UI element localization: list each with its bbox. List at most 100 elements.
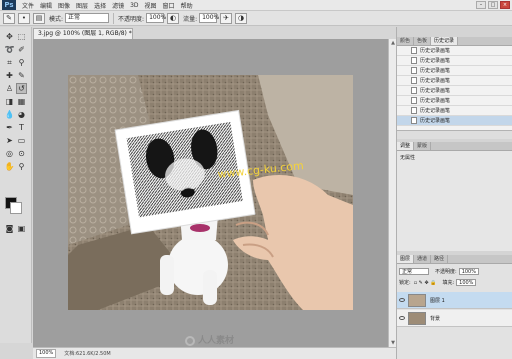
menu-file[interactable]: 文件	[22, 1, 34, 10]
history-item[interactable]: 历史记录画笔	[397, 56, 512, 66]
type-tool-icon[interactable]: T	[16, 122, 27, 133]
menu-help[interactable]: 帮助	[181, 1, 193, 10]
menu-select[interactable]: 选择	[94, 1, 106, 10]
hand-tool-icon[interactable]: ✋	[4, 161, 15, 172]
airbrush-icon[interactable]: ✈	[220, 12, 233, 24]
window-controls: – □ ×	[476, 1, 510, 9]
blend-mode-select[interactable]: 正常	[399, 268, 429, 275]
document-tab[interactable]: 3.jpg @ 100% (图层 1, RGB/8) *	[33, 28, 133, 39]
brush-panel-toggle-icon[interactable]: ▤	[33, 12, 45, 24]
move-tool-icon[interactable]: ✥	[4, 31, 15, 42]
document-info[interactable]: 文档:621.6K/2.50M	[64, 350, 110, 357]
menu-3d[interactable]: 3D	[130, 2, 138, 9]
menu-image[interactable]: 图像	[58, 1, 70, 10]
quick-mask-icon[interactable]: ◙	[4, 223, 15, 234]
brush-size-icon[interactable]: •	[18, 12, 30, 24]
visibility-eye-icon[interactable]	[399, 298, 405, 302]
history-panel-footer	[397, 130, 512, 139]
layer-row-layer1[interactable]: 图层 1	[397, 292, 512, 309]
eyedropper-tool-icon[interactable]: ⚲	[16, 57, 27, 68]
history-brush-preset-icon[interactable]: ✎	[3, 12, 15, 24]
healing-brush-tool-icon[interactable]: ✚	[4, 70, 15, 81]
visibility-eye-icon[interactable]	[399, 316, 405, 320]
marquee-tool-icon[interactable]: ⬚	[16, 31, 27, 42]
history-item-label: 历史记录画笔	[420, 98, 451, 104]
tab-adjustments[interactable]: 调整	[397, 142, 415, 150]
history-brush-tool-icon[interactable]: ↺	[16, 83, 27, 94]
menu-filter[interactable]: 滤镜	[112, 1, 124, 10]
menu-layer[interactable]: 图层	[76, 1, 88, 10]
crop-tool-icon[interactable]: ⌗	[4, 57, 15, 68]
layers-panel-body: 正常 不透明度: 100% 锁定: ▫ ✎ ✥ 🔒 填充: 100% 图层 1 …	[397, 264, 512, 359]
layers-panel-header: 图层 通道 路径	[397, 255, 512, 264]
history-state-icon	[411, 97, 417, 104]
history-item[interactable]: 历史记录画笔	[397, 96, 512, 106]
lock-icons[interactable]: ▫ ✎ ✥ 🔒	[414, 280, 437, 286]
flow-field[interactable]: 100%	[199, 13, 219, 23]
tab-layers[interactable]: 图层	[397, 255, 415, 263]
lasso-tool-icon[interactable]: ➰	[4, 44, 15, 55]
blur-tool-icon[interactable]: 💧	[4, 109, 15, 120]
mode-select[interactable]: 正常	[65, 13, 110, 23]
fill-field[interactable]: 100%	[456, 279, 477, 286]
menu-bar: Ps 文件 编辑 图像 图层 选择 滤镜 3D 视图 窗口 帮助 – □ ×	[0, 0, 512, 11]
layer-row-background[interactable]: 背景	[397, 310, 512, 327]
quick-select-tool-icon[interactable]: ✐	[16, 44, 27, 55]
history-panel-header: 颜色 色板 历史记录	[397, 37, 512, 46]
menu-window[interactable]: 窗口	[163, 1, 175, 10]
history-item[interactable]: 历史记录画笔	[397, 76, 512, 86]
dodge-tool-icon[interactable]: ◕	[16, 109, 27, 120]
shape-tool-icon[interactable]: ▭	[16, 135, 27, 146]
brush-tool-icon[interactable]: ✎	[16, 70, 27, 81]
pen-tool-icon[interactable]: ✒	[4, 122, 15, 133]
canvas[interactable]: www.cg-ku.com	[68, 75, 353, 310]
history-item-label: 历史记录画笔	[420, 108, 451, 114]
history-item[interactable]: 历史记录画笔	[397, 66, 512, 76]
history-item-label: 历史记录画笔	[420, 88, 451, 94]
menu-edit[interactable]: 编辑	[40, 1, 52, 10]
clone-stamp-tool-icon[interactable]: ♙	[4, 83, 15, 94]
gradient-tool-icon[interactable]: ▦	[16, 96, 27, 107]
layer-thumbnail	[408, 311, 426, 325]
history-item[interactable]: 历史记录画笔	[397, 86, 512, 96]
options-bar: ✎ • ▤ 模式: 正常 不透明度: 100% ◐ 流量: 100% ✈ ◑	[0, 11, 512, 26]
mode-label: 模式:	[49, 15, 64, 23]
close-button[interactable]: ×	[500, 1, 510, 9]
history-item[interactable]: 历史记录画笔	[397, 46, 512, 56]
status-bar: 100% 文档:621.6K/2.50M	[33, 347, 396, 359]
tab-masks[interactable]: 蒙版	[414, 142, 432, 150]
document-window: www.cg-ku.com	[33, 39, 388, 347]
zoom-tool-icon[interactable]: ⚲	[16, 161, 27, 172]
lock-row: 锁定: ▫ ✎ ✥ 🔒 填充: 100%	[399, 278, 477, 287]
history-item-label: 历史记录画笔	[420, 68, 451, 74]
tab-swatches[interactable]: 色板	[414, 37, 432, 45]
pressure-opacity-icon[interactable]: ◐	[167, 12, 180, 24]
menu-view[interactable]: 视图	[145, 1, 157, 10]
eraser-tool-icon[interactable]: ◨	[4, 96, 15, 107]
maximize-button[interactable]: □	[488, 1, 498, 9]
layer-opacity-field[interactable]: 100%	[458, 268, 479, 275]
blend-row: 正常 不透明度: 100%	[399, 267, 479, 276]
history-item[interactable]: 历史记录画笔	[397, 106, 512, 116]
vertical-scrollbar[interactable]: ▲ ▼	[388, 39, 396, 347]
tab-paths[interactable]: 路径	[431, 255, 449, 263]
minimize-button[interactable]: –	[476, 1, 486, 9]
history-state-icon	[411, 47, 417, 54]
screen-mode-icon[interactable]: ▣	[16, 223, 27, 234]
flow-label: 流量:	[183, 15, 198, 23]
history-item-current[interactable]: 历史记录画笔	[397, 116, 512, 126]
pressure-size-icon[interactable]: ◑	[235, 12, 248, 24]
path-select-tool-icon[interactable]: ➤	[4, 135, 15, 146]
tab-history[interactable]: 历史记录	[431, 37, 459, 45]
history-state-icon	[411, 77, 417, 84]
tab-channels[interactable]: 通道	[414, 255, 432, 263]
3d-rotate-tool-icon[interactable]: ◎	[4, 148, 15, 159]
history-item-label: 历史记录画笔	[420, 48, 451, 54]
layer-name: 背景	[430, 315, 441, 322]
adjustments-panel-header: 调整 蒙版	[397, 142, 512, 151]
3d-camera-tool-icon[interactable]: ⊙	[16, 148, 27, 159]
opacity-field[interactable]: 100%	[146, 13, 166, 23]
tab-color[interactable]: 颜色	[397, 37, 415, 45]
zoom-level-field[interactable]: 100%	[36, 349, 57, 358]
background-color-swatch[interactable]	[10, 202, 22, 214]
